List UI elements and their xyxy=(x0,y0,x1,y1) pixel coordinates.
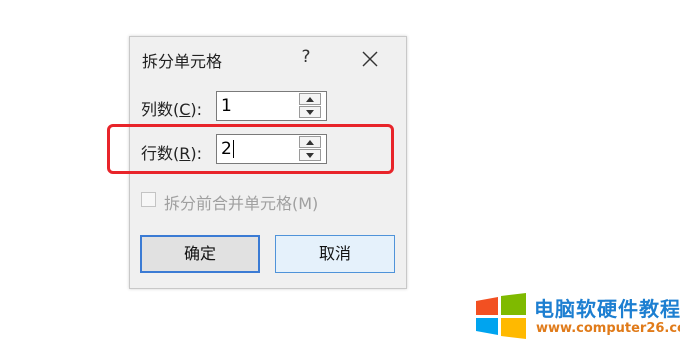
cancel-button[interactable]: 取消 xyxy=(275,235,395,273)
watermark-title: 电脑软硬件教程网 xyxy=(534,297,680,321)
watermark-url: www.computer26.com xyxy=(536,321,680,336)
columns-spinner xyxy=(216,91,327,121)
columns-label: 列数(C): xyxy=(141,100,203,119)
site-watermark: 电脑软硬件教程网 www.computer26.com xyxy=(474,291,680,343)
dialog-title: 拆分单元格 xyxy=(142,52,223,71)
arrow-down-icon xyxy=(306,110,314,115)
columns-spin-buttons xyxy=(299,93,323,119)
columns-mnemonic: C xyxy=(179,100,191,119)
columns-decrement-button[interactable] xyxy=(299,106,321,118)
ok-button[interactable]: 确定 xyxy=(140,235,260,273)
help-button[interactable]: ? xyxy=(296,47,316,69)
columns-input[interactable] xyxy=(221,94,295,118)
arrow-up-icon xyxy=(306,97,314,102)
merge-before-split-label: 拆分前合并单元格(M) xyxy=(164,194,319,213)
annotation-highlight-box xyxy=(107,124,394,174)
close-icon xyxy=(362,51,378,67)
close-button[interactable] xyxy=(358,47,382,71)
windows-logo-icon xyxy=(476,293,526,339)
dialog-titlebar: 拆分单元格 ? xyxy=(130,37,406,81)
merge-before-split-checkbox xyxy=(141,192,156,207)
columns-increment-button[interactable] xyxy=(299,93,321,105)
